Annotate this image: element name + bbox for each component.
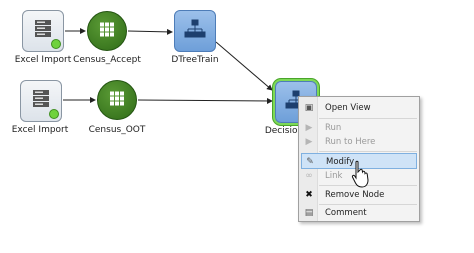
node-census-oot[interactable] bbox=[97, 80, 137, 120]
remove-icon: ✖ bbox=[305, 190, 313, 200]
tree-icon bbox=[184, 19, 206, 43]
mouse-pointer-icon bbox=[351, 160, 369, 188]
server-icon bbox=[33, 18, 53, 44]
wire-dtree-decision bbox=[215, 41, 273, 91]
menu-separator bbox=[319, 118, 417, 119]
context-menu: ▣ Open View ▶ Run ▶ Run to Here ✎ Modify… bbox=[298, 96, 420, 222]
node-dtreetrain[interactable] bbox=[174, 10, 216, 52]
node-excel-import-1[interactable] bbox=[22, 10, 64, 52]
menu-item-label: Run to Here bbox=[325, 137, 376, 147]
node-label: Excel Import bbox=[11, 125, 69, 135]
wire-oot-decision bbox=[137, 97, 273, 104]
node-label: Census_Accept bbox=[73, 55, 141, 65]
open-view-icon: ▣ bbox=[304, 103, 314, 113]
menu-item-run-to-here[interactable]: ▶ Run to Here bbox=[301, 134, 417, 150]
run-icon: ▶ bbox=[305, 123, 313, 133]
status-ok-icon bbox=[51, 39, 61, 49]
menu-item-label: Comment bbox=[325, 208, 367, 218]
menu-item-label: Open View bbox=[325, 103, 371, 113]
node-label: Census_OOT bbox=[88, 125, 146, 135]
menu-item-comment[interactable]: ▤ Comment bbox=[301, 205, 417, 221]
node-label: DTreeTrain bbox=[171, 55, 219, 65]
grid-icon bbox=[110, 91, 124, 110]
node-label: Excel Import bbox=[14, 55, 72, 65]
grid-icon bbox=[100, 22, 114, 41]
modify-icon: ✎ bbox=[306, 157, 314, 167]
status-ok-icon bbox=[49, 109, 59, 119]
menu-item-open-view[interactable]: ▣ Open View bbox=[301, 100, 417, 116]
run-to-here-icon: ▶ bbox=[305, 137, 313, 147]
menu-separator bbox=[319, 151, 417, 152]
wire-accept-dtree bbox=[127, 28, 173, 35]
menu-item-label: Link bbox=[325, 171, 343, 181]
node-excel-import-2[interactable] bbox=[20, 80, 62, 122]
server-icon bbox=[31, 88, 51, 114]
comment-icon: ▤ bbox=[304, 208, 314, 218]
link-icon: ∞ bbox=[305, 171, 313, 181]
node-census-accept[interactable] bbox=[87, 11, 127, 51]
